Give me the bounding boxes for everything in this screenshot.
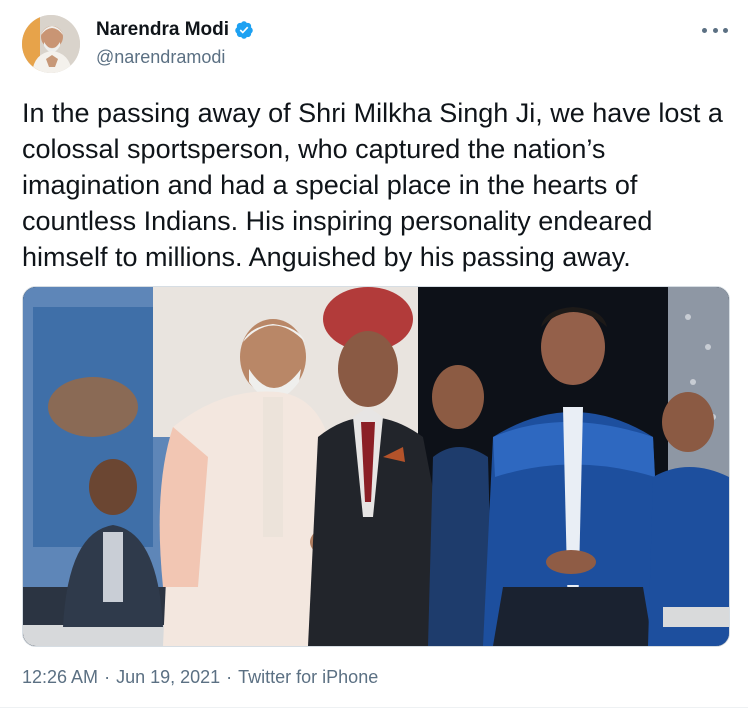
- author-name[interactable]: Narendra Modi: [96, 19, 229, 41]
- verified-badge-icon: [234, 20, 254, 40]
- more-dot: [712, 27, 718, 33]
- more-options-icon[interactable]: [702, 20, 728, 40]
- author-name-row: Narendra Modi: [96, 18, 254, 42]
- tweet-text: In the passing away of Shri Milkha Singh…: [22, 98, 723, 272]
- author-block: Narendra Modi @narendramodi: [96, 18, 254, 68]
- more-dot: [723, 27, 728, 33]
- meta-separator: ·: [226, 667, 233, 687]
- avatar[interactable]: [22, 15, 80, 73]
- tweet-photo[interactable]: [22, 286, 730, 647]
- tweet-time[interactable]: 12:26 AM: [22, 667, 98, 688]
- author-handle[interactable]: @narendramodi: [96, 47, 254, 68]
- more-dot: [702, 27, 707, 33]
- tweet-source[interactable]: Twitter for iPhone: [238, 667, 378, 688]
- meta-separator: ·: [104, 667, 111, 687]
- tweet-meta: 12:26 AM · Jun 19, 2021 · Twitter for iP…: [22, 667, 378, 688]
- tweet-date[interactable]: Jun 19, 2021: [116, 667, 220, 688]
- divider: [0, 707, 748, 708]
- tweet-card: Narendra Modi @narendramodi In the passi…: [0, 0, 748, 710]
